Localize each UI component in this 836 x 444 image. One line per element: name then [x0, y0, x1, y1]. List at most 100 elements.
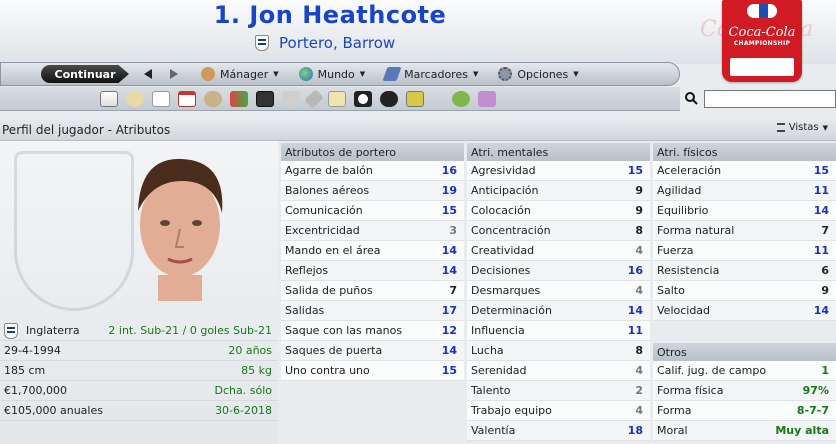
attribute-label: Salto [657, 284, 685, 297]
attribute-value: 4 [635, 244, 643, 257]
goalkeeper-attributes-list: Agarre de balón 16 Balones aéreos 19 Comunic… [281, 161, 464, 381]
attribute-row: Colocación 9 [467, 201, 650, 221]
attribute-row: Agilidad 11 [653, 181, 836, 201]
attribute-value: 6 [821, 264, 829, 277]
attribute-row: Velocidad 14 [653, 301, 836, 321]
attribute-row: Serenidad 4 [467, 361, 650, 381]
trophy-icon[interactable] [282, 90, 300, 107]
views-label: Vistas [788, 122, 819, 133]
attribute-value: 9 [821, 284, 829, 297]
clipboard-icon[interactable] [328, 90, 346, 107]
attribute-value: 14 [441, 264, 457, 277]
continue-button[interactable]: Continuar [41, 65, 129, 83]
attribute-value: 11 [627, 324, 643, 337]
forward-arrow-icon[interactable] [167, 67, 181, 81]
attribute-label: Determinación [471, 304, 552, 317]
attribute-value: 12 [441, 324, 457, 337]
attribute-label: Trabajo equipo [471, 404, 552, 417]
birth-date: 29-4-1994 [4, 344, 61, 357]
attribute-label: Saque con las manos [285, 324, 403, 337]
attribute-value: 97% [802, 384, 829, 397]
search-input[interactable] [704, 90, 836, 108]
attribute-row: Trabajo equipo 4 [467, 401, 650, 421]
england-flag-icon [4, 322, 18, 339]
attribute-label: Uno contra uno [285, 364, 370, 377]
attribute-label: Reflejos [285, 264, 329, 277]
section-header: Perfil del jugador - Atributos Vistas ▼ [0, 119, 836, 141]
attribute-row: Moral Muy alta [653, 421, 836, 441]
attribute-row: Lucha 8 [467, 341, 650, 361]
home-icon[interactable] [100, 90, 118, 107]
world-menu[interactable]: Mundo ▼ [298, 67, 366, 81]
views-menu[interactable]: Vistas ▼ [776, 122, 828, 133]
attribute-value: 8-7-7 [796, 404, 829, 417]
attribute-row: Salidas 17 [281, 301, 464, 321]
caret-down-icon: ▼ [472, 70, 479, 78]
search-icon[interactable] [684, 91, 698, 105]
training-icon[interactable] [304, 88, 324, 109]
player-profile-panel: Inglaterra 2 int. Sub-21 / 0 goles Sub-2… [0, 141, 278, 444]
attribute-row: Forma 8-7-7 [653, 401, 836, 421]
caret-down-icon: ▼ [573, 70, 579, 78]
attribute-row: Resistencia 6 [653, 261, 836, 281]
attribute-label: Comunicación [285, 204, 363, 217]
tactics-icon[interactable] [256, 90, 274, 107]
attribute-label: Salidas [285, 304, 325, 317]
attribute-label: Talento [471, 384, 511, 397]
attribute-row: Creatividad 4 [467, 241, 650, 261]
squad-icon[interactable] [204, 90, 222, 107]
page-title: Perfil del jugador - Atributos [2, 122, 171, 137]
caret-down-icon: ▼ [359, 70, 366, 78]
attribute-label: Decisiones [471, 264, 531, 277]
attribute-value: 14 [813, 204, 829, 217]
wage: €105,000 anuales [4, 404, 103, 417]
world-label: Mundo [317, 67, 355, 81]
player-subtitle: Portero, Barrow [255, 32, 395, 54]
news-icon[interactable] [152, 90, 170, 107]
goalkeeper-attributes-header: Atributos de portero [281, 143, 464, 161]
back-arrow-icon[interactable] [141, 67, 155, 81]
attribute-row: Mando en el área 14 [281, 241, 464, 261]
attribute-value: 14 [627, 304, 643, 317]
attribute-row: Salida de puños 7 [281, 281, 464, 301]
attribute-value: 15 [441, 204, 457, 217]
scouting-icon[interactable] [380, 90, 398, 107]
attribute-label: Balones aéreos [285, 184, 370, 197]
attribute-label: Valentía [471, 424, 516, 437]
help-icon[interactable] [452, 90, 470, 107]
bookmarks-menu[interactable]: Marcadores ▼ [382, 67, 479, 81]
match-icon[interactable] [354, 90, 372, 107]
manager-menu[interactable]: Mánager ▼ [201, 67, 279, 81]
transfers-icon[interactable] [230, 90, 248, 107]
attribute-row: Aceleración 15 [653, 161, 836, 181]
options-menu[interactable]: Opciones ▼ [498, 67, 579, 81]
attribute-value: Muy alta [775, 424, 829, 437]
calendar-icon[interactable] [178, 90, 196, 107]
attribute-row: Anticipación 9 [467, 181, 650, 201]
attribute-value: 2 [635, 384, 643, 397]
mental-attributes-list: Agresividad 15 Anticipación 9 Colocación 9 Con… [467, 161, 650, 441]
attribute-row: Forma física 97% [653, 381, 836, 401]
mental-attributes-header: Atri. mentales [467, 143, 650, 161]
weight: 85 kg [241, 364, 272, 377]
nationality[interactable]: Inglaterra [26, 324, 80, 337]
attribute-value: 11 [813, 244, 829, 257]
finances-icon[interactable] [406, 90, 424, 107]
attribute-row: Determinación 14 [467, 301, 650, 321]
preferred-foot: Dcha. sólo [214, 384, 272, 397]
other-info-list: Calif. jug. de campo 1 Forma física 97% Form… [653, 361, 836, 441]
manager-icon [201, 67, 215, 81]
attribute-value: 19 [441, 184, 457, 197]
attribute-value: 14 [441, 344, 457, 357]
position-club-link[interactable]: Portero, Barrow [279, 34, 395, 52]
competition-logo[interactable]: Coca-Cola CHAMPIONSHIP [722, 0, 802, 82]
info-icon[interactable] [478, 90, 496, 107]
attribute-row: Saque con las manos 12 [281, 321, 464, 341]
birth-row: 29-4-1994 20 años [0, 341, 278, 361]
other-info-header: Otros [653, 343, 836, 361]
attribute-value: 16 [627, 264, 643, 277]
attribute-value: 18 [627, 424, 643, 437]
body-row: 185 cm 85 kg [0, 361, 278, 381]
inbox-icon[interactable] [126, 90, 144, 107]
attribute-label: Velocidad [657, 304, 711, 317]
